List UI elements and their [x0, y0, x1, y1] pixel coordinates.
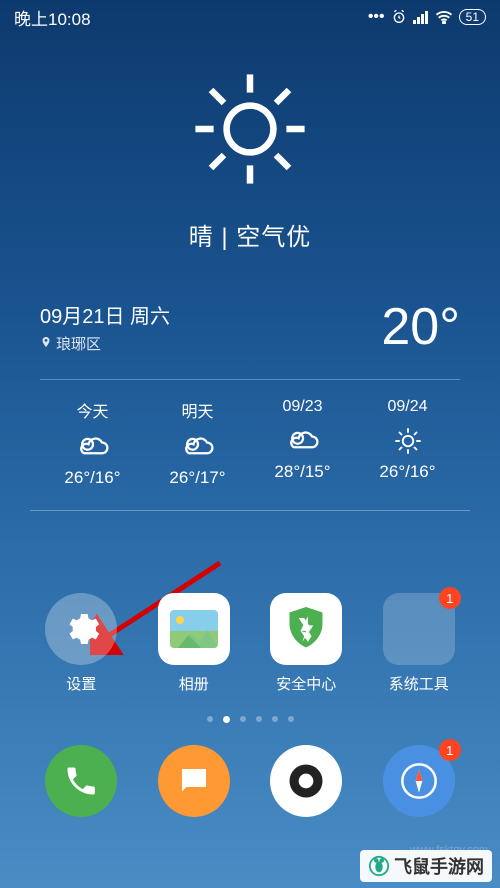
- date-location: 09月21日 周六 琅琊区: [40, 300, 170, 354]
- divider: [30, 510, 470, 511]
- date-temp-row: 09月21日 周六 琅琊区 20°: [40, 297, 460, 357]
- forecast-day-label: 明天: [145, 398, 250, 422]
- battery-level: 51: [466, 10, 479, 24]
- status-bar: 晚上10:08 ••• 51: [0, 0, 500, 34]
- cloudy-icon: [145, 432, 250, 462]
- dock-camera[interactable]: [270, 745, 342, 817]
- shield-icon: [270, 593, 342, 665]
- dock-phone[interactable]: [45, 745, 117, 817]
- app-label: 相册: [144, 673, 244, 694]
- camera-icon: [284, 759, 328, 803]
- gear-icon: [45, 593, 117, 665]
- forecast-day-1[interactable]: 明天 26°/17°: [145, 398, 250, 488]
- app-label: 安全中心: [256, 673, 356, 694]
- forecast-day-label: 09/23: [250, 398, 355, 416]
- folder-icon: 1: [383, 593, 455, 665]
- signal-icon: [413, 10, 429, 24]
- sunny-icon: [355, 426, 460, 456]
- weather-widget[interactable]: 09月21日 周六 琅琊区 20° 今天 26°/16° 明天 26°/17° …: [30, 297, 470, 488]
- more-icon: •••: [368, 8, 385, 26]
- alarm-icon: [391, 9, 407, 25]
- notification-badge: 1: [439, 739, 461, 761]
- forecast-row: 今天 26°/16° 明天 26°/17° 09/23 28°/15° 09/2…: [40, 398, 460, 488]
- home-app-row: 设置 相册 安全中心 1 系统工具: [0, 593, 500, 694]
- forecast-day-2[interactable]: 09/23 28°/15°: [250, 398, 355, 488]
- status-time: 晚上10:08: [14, 5, 91, 30]
- forecast-temp: 26°/17°: [145, 468, 250, 488]
- weather-condition-text: 晴 | 空气优: [0, 217, 500, 252]
- forecast-day-0[interactable]: 今天 26°/16°: [40, 398, 145, 488]
- dock-browser[interactable]: 1: [383, 745, 455, 817]
- app-tools-folder[interactable]: 1 系统工具: [369, 593, 469, 694]
- dock-messages[interactable]: [158, 745, 230, 817]
- forecast-temp: 28°/15°: [250, 462, 355, 482]
- location-pin-icon: [40, 335, 52, 353]
- cloudy-icon: [250, 426, 355, 456]
- page-dot[interactable]: [256, 716, 262, 722]
- weather-summary[interactable]: 晴 | 空气优: [0, 64, 500, 252]
- page-dot[interactable]: [288, 716, 294, 722]
- page-dot-active[interactable]: [223, 716, 230, 723]
- wifi-icon: [435, 10, 453, 24]
- mouse-logo-icon: [368, 855, 390, 877]
- forecast-temp: 26°/16°: [40, 468, 145, 488]
- gallery-icon: [158, 593, 230, 665]
- temperature-large: 20°: [381, 297, 460, 357]
- location-text: 琅琊区: [56, 333, 101, 354]
- message-icon: [176, 763, 212, 799]
- forecast-day-3[interactable]: 09/24 26°/16°: [355, 398, 460, 488]
- watermark-text: 飞鼠手游网: [394, 853, 484, 879]
- battery-indicator: 51: [459, 9, 486, 25]
- forecast-temp: 26°/16°: [355, 462, 460, 482]
- app-gallery[interactable]: 相册: [144, 593, 244, 694]
- watermark: 飞鼠手游网: [360, 850, 492, 882]
- date-text: 09月21日 周六: [40, 300, 170, 329]
- page-dot[interactable]: [240, 716, 246, 722]
- dock: 1: [0, 745, 500, 817]
- page-dot[interactable]: [207, 716, 213, 722]
- location-row: 琅琊区: [40, 333, 170, 354]
- page-dot[interactable]: [272, 716, 278, 722]
- app-settings[interactable]: 设置: [31, 593, 131, 694]
- forecast-day-label: 今天: [40, 398, 145, 422]
- divider: [40, 379, 460, 380]
- app-security[interactable]: 安全中心: [256, 593, 356, 694]
- page-indicator[interactable]: [0, 716, 500, 723]
- sun-icon: [0, 64, 500, 199]
- status-icons: ••• 51: [368, 8, 486, 26]
- app-label: 系统工具: [369, 673, 469, 694]
- compass-icon: [399, 761, 439, 801]
- forecast-day-label: 09/24: [355, 398, 460, 416]
- app-label: 设置: [31, 673, 131, 694]
- notification-badge: 1: [439, 587, 461, 609]
- cloudy-icon: [40, 432, 145, 462]
- phone-icon: [63, 763, 99, 799]
